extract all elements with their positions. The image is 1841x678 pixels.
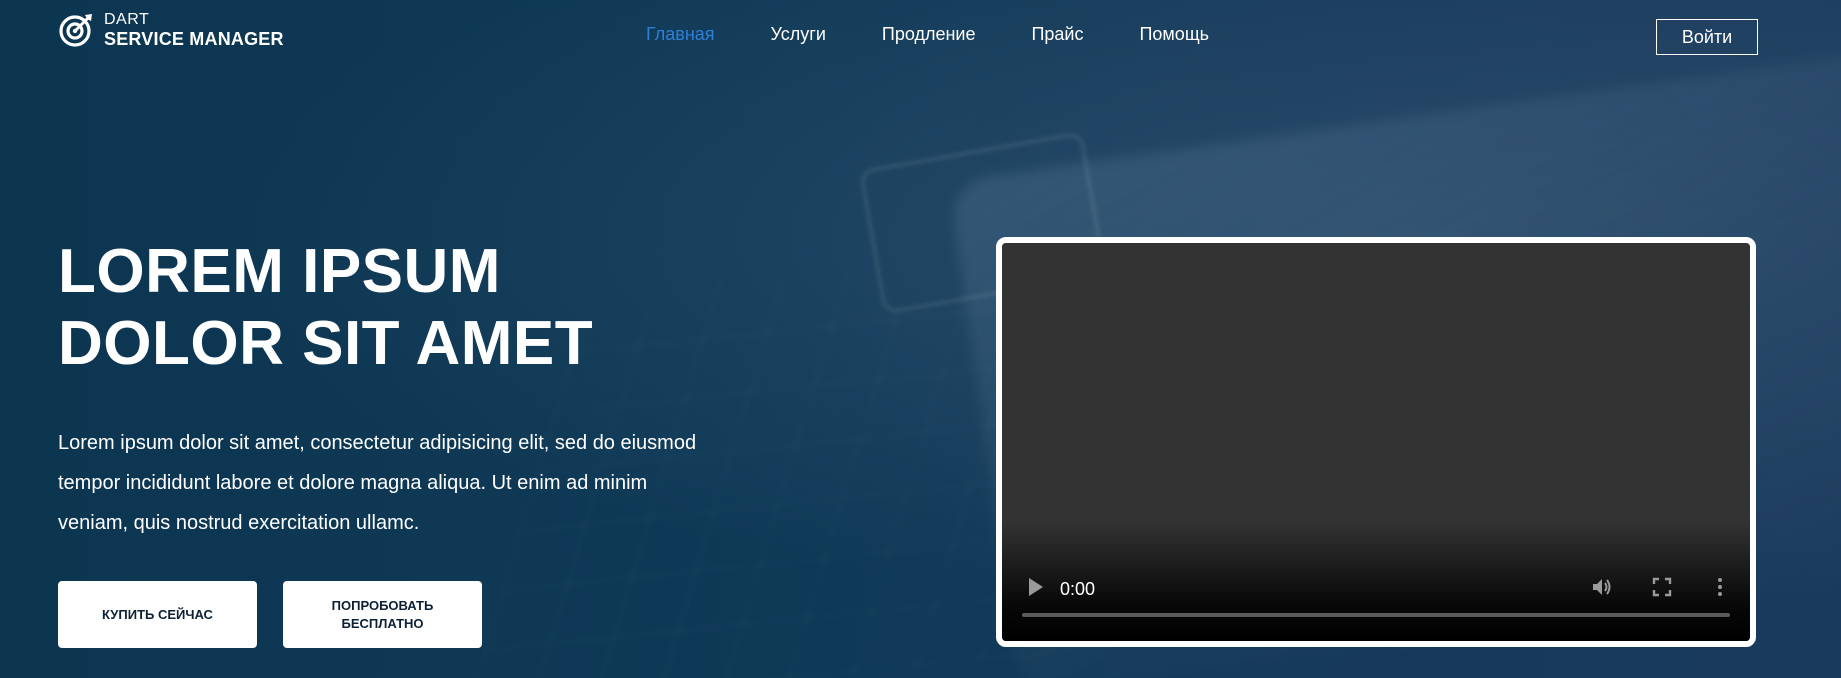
- try-free-button[interactable]: ПОПРОБОВАТЬ БЕСПЛАТНО: [283, 581, 482, 648]
- brand-line-1: DART: [104, 11, 150, 28]
- video-player[interactable]: 0:00: [996, 237, 1756, 647]
- nav-item-home[interactable]: Главная: [646, 24, 715, 45]
- brand-logo[interactable]: DART SERVICE MANAGER: [58, 12, 284, 48]
- hero-title: LOREM IPSUM DOLOR SIT AMET: [58, 236, 758, 380]
- main-nav: Главная Услуги Продление Прайс Помощь: [646, 24, 1209, 45]
- more-vertical-icon[interactable]: [1708, 575, 1732, 599]
- fullscreen-icon[interactable]: [1650, 575, 1674, 599]
- brand-name: DART SERVICE MANAGER: [104, 11, 284, 49]
- brand-line-2: SERVICE MANAGER: [104, 29, 284, 49]
- nav-item-renewal[interactable]: Продление: [882, 24, 976, 45]
- play-icon[interactable]: [1026, 575, 1046, 599]
- site-header: DART SERVICE MANAGER Главная Услуги Прод…: [0, 0, 1841, 70]
- video-time: 0:00: [1060, 579, 1096, 599]
- video-controls: 0:00: [1002, 561, 1750, 641]
- login-button[interactable]: Войти: [1656, 19, 1758, 55]
- hero-description: Lorem ipsum dolor sit amet, consectetur …: [58, 432, 697, 534]
- buy-now-button[interactable]: КУПИТЬ СЕЙЧАС: [58, 581, 257, 648]
- video-progress-bar[interactable]: [1022, 613, 1730, 617]
- hero-title-line-1: LOREM IPSUM: [58, 237, 501, 306]
- target-dart-icon: [59, 14, 92, 47]
- volume-icon[interactable]: [1590, 575, 1614, 599]
- nav-item-services[interactable]: Услуги: [771, 24, 826, 45]
- page: DART SERVICE MANAGER Главная Услуги Прод…: [0, 0, 1841, 678]
- hero-title-line-2: DOLOR SIT AMET: [58, 309, 594, 378]
- nav-item-help[interactable]: Помощь: [1139, 24, 1209, 45]
- nav-item-pricing[interactable]: Прайс: [1031, 24, 1083, 45]
